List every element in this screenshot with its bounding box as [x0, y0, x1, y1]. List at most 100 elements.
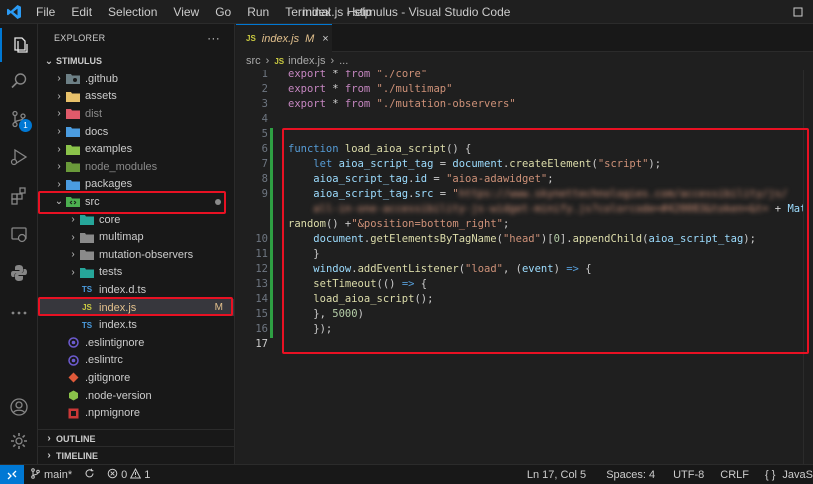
highlight-src-box [38, 191, 226, 214]
tree-item-label: dist [85, 107, 103, 120]
line-number: 8 [261, 173, 268, 185]
workspace-root[interactable]: ⌄ STIMULUS [38, 52, 234, 70]
tab-label: index.js [261, 32, 300, 45]
language-mode[interactable]: { } JavaS [757, 469, 813, 481]
js-file-icon: JS [274, 56, 285, 66]
folder-icon [80, 249, 94, 261]
outline-label: OUTLINE [56, 433, 96, 444]
tree-item-dist[interactable]: › dist [38, 105, 234, 123]
python-icon[interactable] [0, 256, 38, 290]
encoding[interactable]: UTF-8 [665, 469, 712, 481]
timeline-section[interactable]: › TIMELINE [38, 446, 234, 464]
account-icon[interactable] [0, 390, 38, 424]
chevron-right-icon: › [57, 90, 61, 102]
js-file-icon: JS [246, 34, 256, 43]
line-ending[interactable]: CRLF [712, 469, 757, 481]
indentation[interactable]: Spaces: 4 [596, 469, 665, 481]
settings-gear-icon[interactable] [0, 424, 38, 458]
remote-icon[interactable] [0, 464, 24, 484]
tree-item-npmignore[interactable]: .npmignore [38, 404, 234, 422]
tree-item-github[interactable]: › .github [38, 70, 234, 88]
warning-count: 1 [144, 468, 151, 481]
line-number: 16 [255, 323, 268, 335]
window-controls [783, 0, 813, 24]
tree-item-node-modules[interactable]: › node_modules [38, 158, 234, 176]
more-icon[interactable] [0, 296, 38, 330]
tree-item-label: core [99, 213, 121, 226]
tree-item-examples[interactable]: › examples [38, 140, 234, 158]
problems-status[interactable]: 0 1 [101, 467, 156, 482]
source-control-icon[interactable]: 1 [0, 102, 38, 136]
menu-terminal[interactable]: Terminal [277, 0, 338, 24]
restore-icon[interactable] [783, 0, 813, 24]
chevron-right-icon: › [265, 55, 270, 67]
tree-item-label: .eslintrc [85, 354, 123, 367]
status-bar: main* 0 1 Ln 17, Col 5 Spaces: 4 UTF-8 C… [0, 464, 813, 484]
breadcrumb-folder[interactable]: src [246, 55, 261, 67]
tree-item-tests[interactable]: › tests [38, 264, 234, 282]
run-debug-icon[interactable] [0, 140, 38, 174]
explorer-more-actions[interactable]: ··· [207, 31, 220, 45]
tree-item-node-version[interactable]: .node-version [38, 387, 234, 405]
tree-item-gitignore[interactable]: .gitignore [38, 369, 234, 387]
menu-file[interactable]: File [28, 0, 63, 24]
git-added-marker [270, 128, 273, 338]
chevron-right-icon: › [57, 161, 61, 173]
tree-item-label: assets [85, 90, 117, 103]
activity-bar: 1 [0, 24, 38, 464]
close-icon[interactable]: × [322, 33, 328, 45]
menu-view[interactable]: View [165, 0, 207, 24]
explorer-title: EXPLORER [54, 33, 106, 43]
line-number: 14 [255, 293, 268, 305]
node-folder-icon [66, 161, 80, 173]
line-number: 12 [255, 263, 268, 275]
menu-run[interactable]: Run [239, 0, 277, 24]
menu-selection[interactable]: Selection [100, 0, 165, 24]
menu-go[interactable]: Go [207, 0, 239, 24]
chevron-right-icon: › [47, 433, 51, 444]
menu-help[interactable]: Help [339, 0, 380, 24]
cursor-position[interactable]: Ln 17, Col 5 [517, 469, 596, 481]
line-number: 5 [261, 128, 268, 140]
sync-status[interactable] [78, 468, 101, 482]
code-line: export * from "./multimap" [288, 83, 453, 95]
tree-item-multimap[interactable]: › multimap [38, 228, 234, 246]
extensions-icon[interactable] [0, 179, 38, 213]
docs-folder-icon [66, 126, 80, 138]
branch-label: main* [44, 468, 73, 481]
line-number: 3 [261, 98, 268, 110]
chevron-right-icon: › [57, 108, 61, 120]
tree-item-label: multimap [99, 231, 144, 244]
explorer-icon[interactable] [0, 28, 38, 62]
tree-item-eslintignore[interactable]: .eslintignore [38, 334, 234, 352]
tree-item-index-ts[interactable]: TS index.ts [38, 316, 234, 334]
tree-item-label: node_modules [85, 160, 158, 173]
tree-item-eslintrc[interactable]: .eslintrc [38, 352, 234, 370]
eslint-icon [66, 354, 80, 366]
tree-item-assets[interactable]: › assets [38, 88, 234, 106]
ts-file-icon: TS [81, 285, 93, 295]
chevron-right-icon: › [71, 214, 75, 226]
tree-item-mutation-observers[interactable]: › mutation-observers [38, 246, 234, 264]
tree-item-docs[interactable]: › docs [38, 123, 234, 141]
breadcrumb-symbol[interactable]: ... [339, 55, 348, 67]
tab-modified-status: M [305, 32, 315, 45]
outline-section[interactable]: › OUTLINE [38, 429, 234, 447]
code-line: export * from "./core" [288, 70, 428, 80]
tab-index-js[interactable]: JS index.js M × [236, 24, 332, 52]
line-number: 13 [255, 278, 268, 290]
menu-edit[interactable]: Edit [63, 0, 100, 24]
gear-folder-icon [66, 73, 80, 85]
line-number: 2 [261, 83, 268, 95]
chevron-right-icon: › [71, 249, 75, 261]
folder-icon [66, 90, 80, 102]
timeline-label: TIMELINE [56, 450, 98, 461]
remote-explorer-icon[interactable] [0, 218, 38, 252]
breadcrumb-file[interactable]: index.js [288, 55, 325, 67]
tree-item-label: docs [85, 125, 109, 138]
line-number: 15 [255, 308, 268, 320]
branch-status[interactable]: main* [24, 467, 78, 482]
workspace-root-label: STIMULUS [56, 56, 102, 66]
search-icon[interactable] [0, 64, 38, 98]
tree-item-label: tests [99, 266, 123, 279]
